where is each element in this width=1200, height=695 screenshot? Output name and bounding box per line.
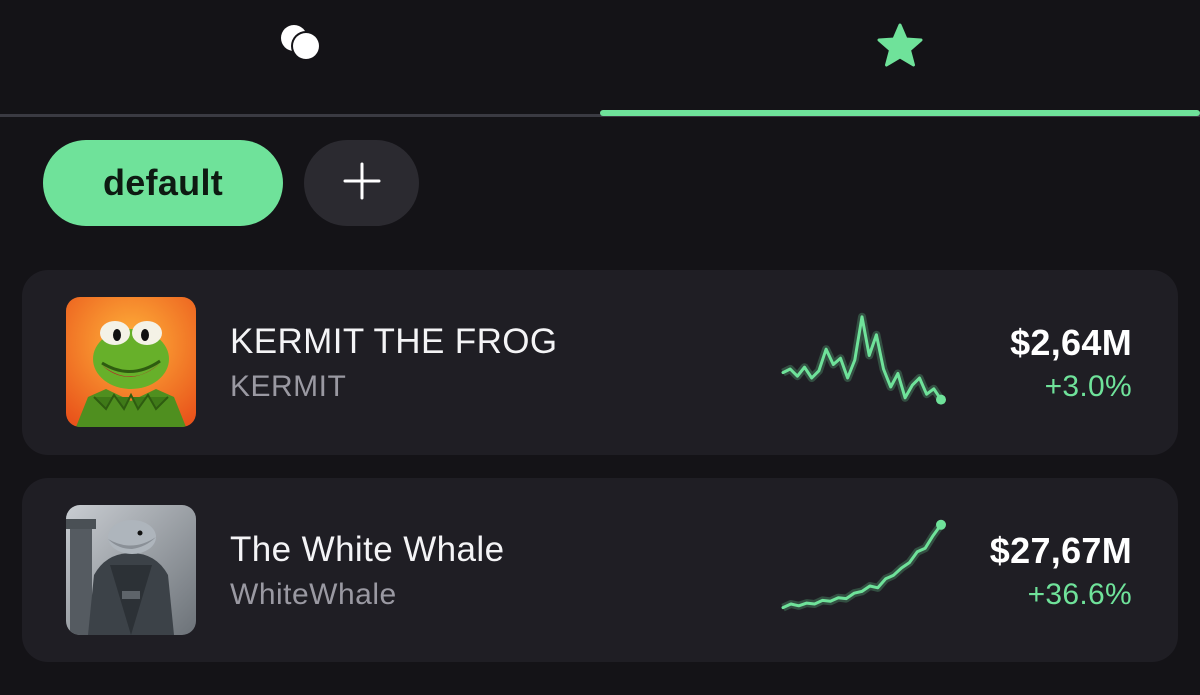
token-ticker: WhiteWhale (230, 578, 397, 611)
add-filter-button[interactable] (304, 140, 419, 226)
star-icon (875, 22, 925, 73)
sparkline-endpoint (936, 519, 946, 530)
plus-icon (342, 161, 382, 206)
sparkline-endpoint (936, 394, 946, 405)
tab-bar (0, 0, 1200, 117)
token-row-white-whale[interactable]: The White Whale WhiteWhale $27,67M +36.6… (22, 478, 1178, 662)
coins-icon (277, 22, 325, 69)
token-change: +3.0% (1044, 370, 1132, 403)
token-price: $2,64M (1010, 322, 1132, 363)
filter-default-chip[interactable]: default (43, 140, 283, 226)
white-whale-avatar (66, 505, 196, 635)
sparkline-chart (781, 312, 946, 405)
token-name: KERMIT THE FROG (230, 322, 558, 361)
sparkline-chart (781, 519, 946, 612)
kermit-avatar (66, 297, 196, 427)
tab-coins[interactable] (0, 0, 600, 114)
tab-favorites[interactable] (600, 0, 1200, 114)
filter-default-label: default (102, 162, 224, 203)
sparkline-glow (781, 312, 945, 402)
token-name: The White Whale (230, 530, 505, 569)
token-ticker: KERMIT (230, 370, 347, 403)
token-row-kermit[interactable]: KERMIT THE FROG KERMIT $2,64M +3.0% (22, 270, 1178, 455)
sparkline-glow (781, 522, 945, 612)
token-price: $27,67M (989, 530, 1132, 571)
active-tab-indicator (600, 110, 1200, 116)
token-change: +36.6% (1027, 578, 1132, 611)
